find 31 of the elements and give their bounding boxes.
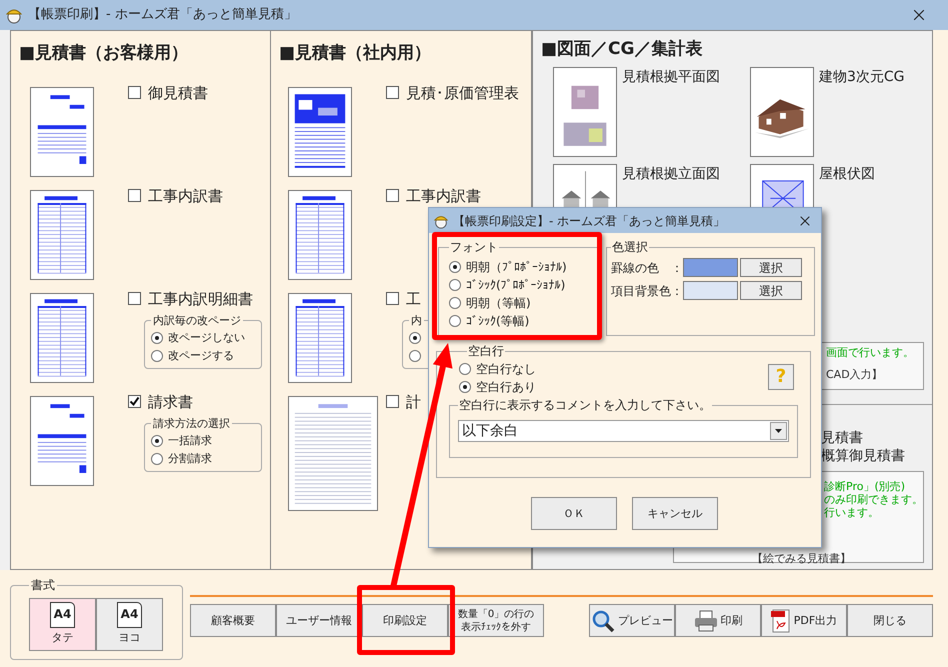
report-title: 見積書 (821, 428, 864, 446)
group-title: 空白行に表示するコメントを入力して下さい。 (458, 397, 712, 414)
group-title: 空白行 (467, 343, 505, 360)
report-title: 概算御見積書 (821, 446, 906, 464)
note-text: のみ印刷できます。 (824, 492, 923, 506)
group-title: 色選択 (611, 239, 649, 256)
section-heading: ■見積書（お客様用） (18, 42, 190, 65)
group-title: 内訳毎の改ページ (152, 312, 242, 328)
drawing-label: 屋根伏図 (819, 164, 875, 184)
note-text: 【絵でみる見積書】 (752, 552, 851, 564)
drawing-label: 見積根拠立面図 (622, 164, 720, 184)
section-heading: ■図面／CG／集計表 (540, 38, 704, 61)
color-label: 項目背景色： (611, 282, 683, 300)
group-title: 請求方法の選択 (152, 416, 231, 432)
dialog-title: 【帳票印刷設定】- ホームズ君「あっと簡単見積」 (453, 212, 726, 230)
orientation-label: ヨコ (118, 630, 140, 646)
section-heading: ■見積書（社内用） (278, 42, 432, 65)
note-text: CAD入力】 (826, 367, 884, 383)
group-title: 書式 (30, 577, 56, 594)
group-title: フォント (449, 239, 499, 256)
group-title: 内 (410, 312, 423, 328)
paper-size-label: A4 (116, 602, 142, 628)
window-title: 【帳票印刷】- ホームズ君「あっと簡単見積」 (28, 6, 297, 24)
drawing-label: 見積根拠平面図 (622, 68, 720, 86)
paper-size-label: A4 (50, 602, 76, 628)
drawing-label: 建物3次元CG (819, 68, 905, 86)
note-text: 画面で行います。 (826, 344, 915, 360)
orientation-label: タテ (52, 630, 74, 646)
note-text: 診断Pro」(別売) (824, 480, 906, 492)
note-text: 行います。 (824, 506, 879, 518)
color-label: 罫線の色 ： (611, 260, 683, 276)
